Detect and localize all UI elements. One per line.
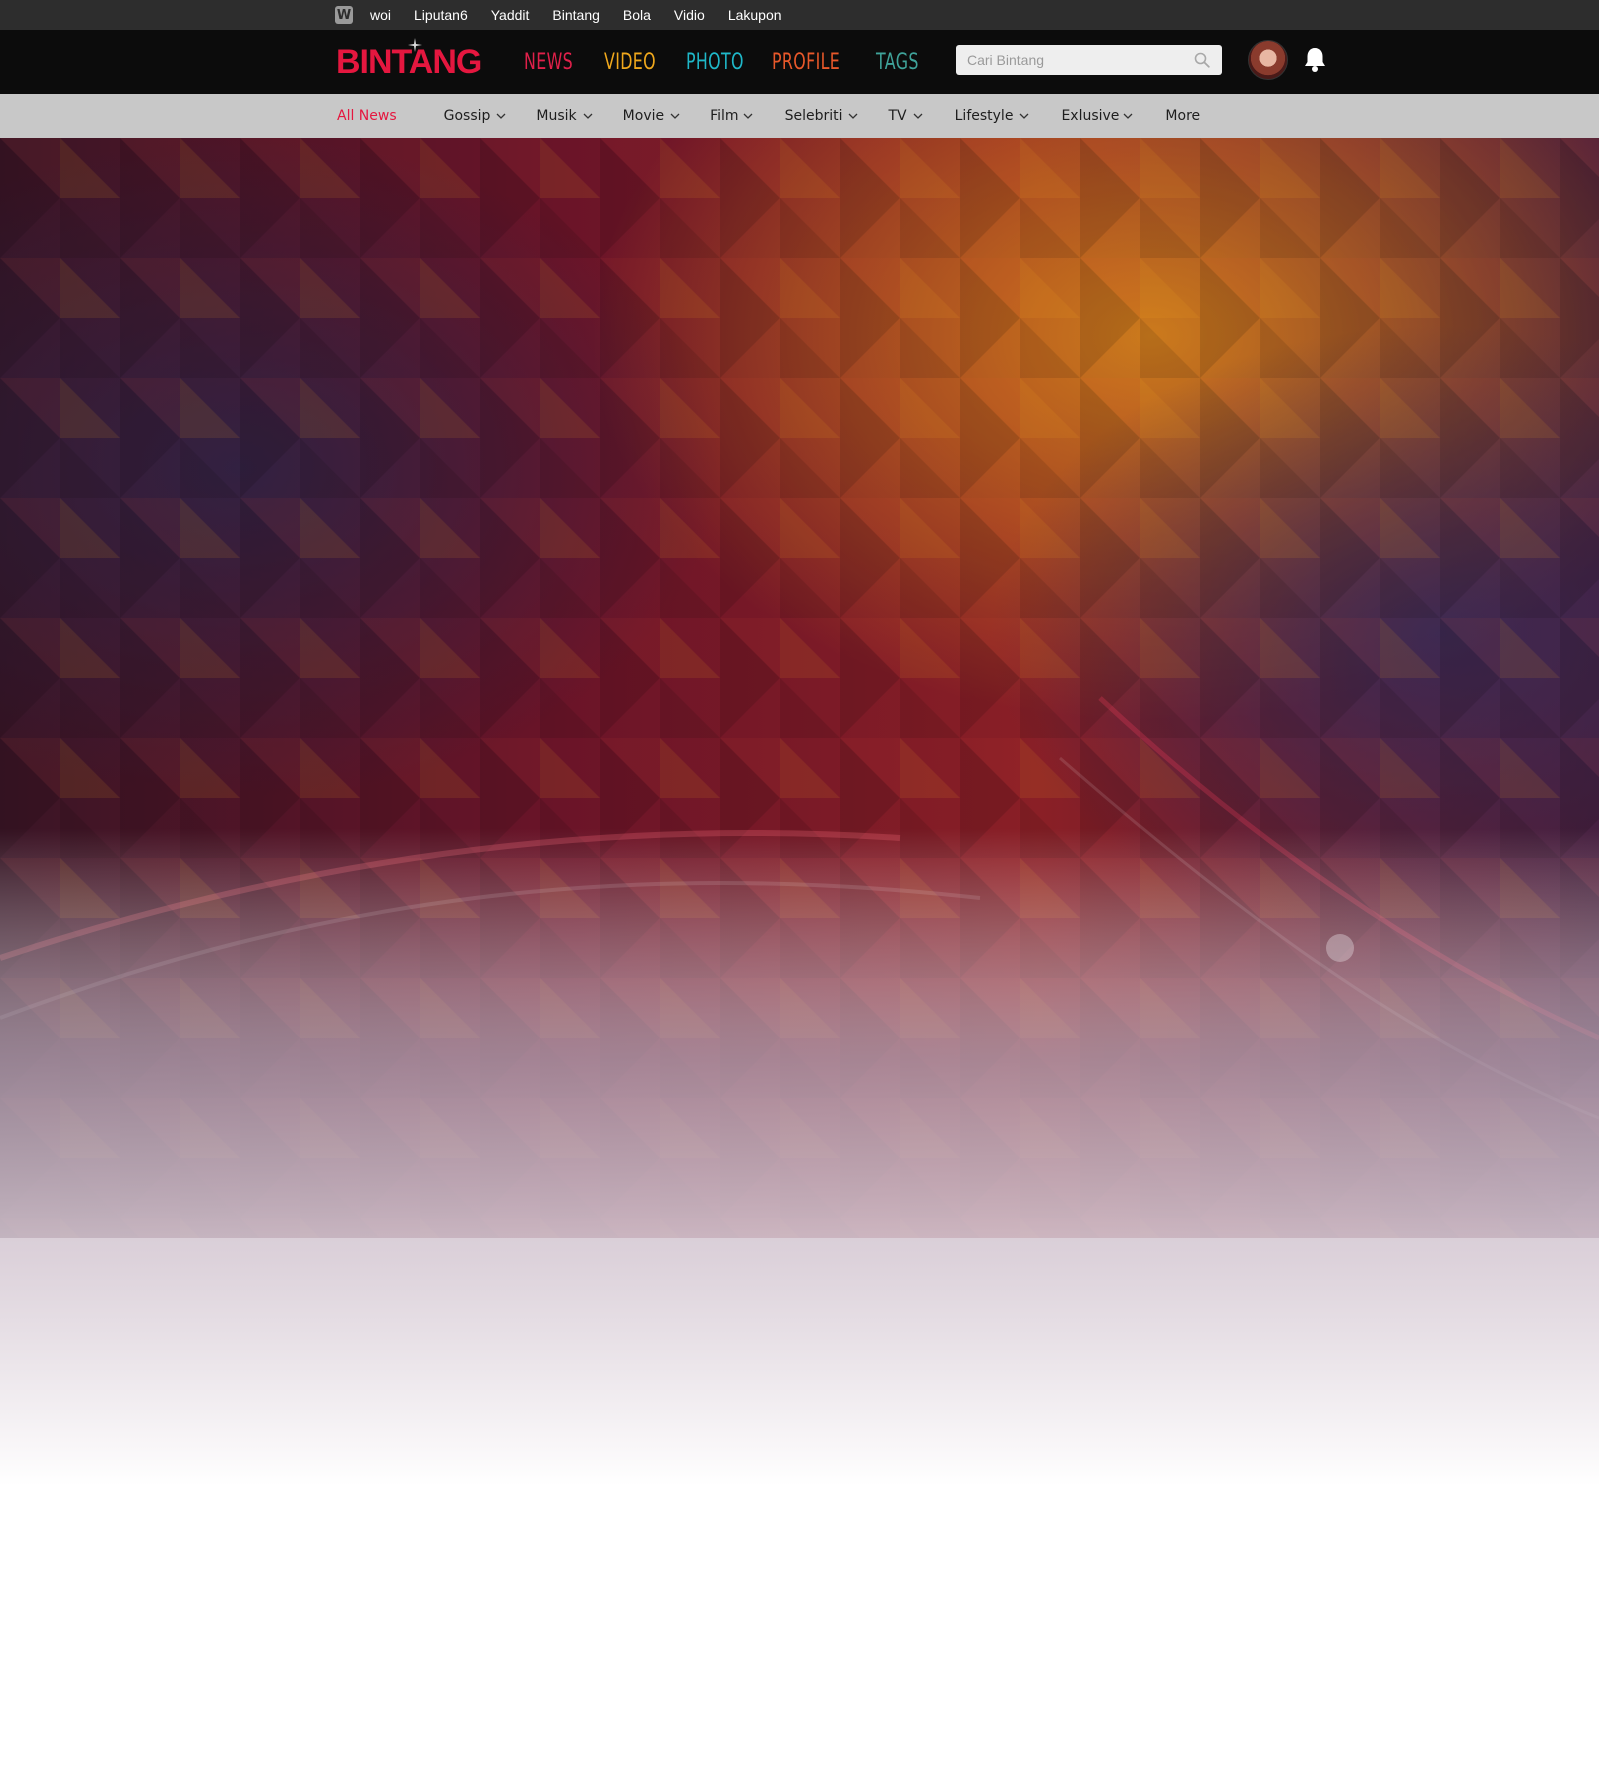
category-movie[interactable]: Movie <box>623 108 680 124</box>
category-label: Musik <box>536 108 577 124</box>
main-nav: NEWS VIDEO PHOTO PROFILE TAGS <box>524 30 926 94</box>
chevron-down-icon <box>1019 113 1029 119</box>
avatar[interactable] <box>1248 40 1288 80</box>
category-list: All News Gossip Musik Movie Film Selebri… <box>337 94 1200 138</box>
category-exlusive[interactable]: Exlusive <box>1061 108 1133 124</box>
network-link-lakupon[interactable]: Lakupon <box>728 7 782 23</box>
category-label: Film <box>710 108 739 124</box>
site-header: BINTANG NEWS VIDEO PHOTO PROFILE TAGS <box>0 30 1599 94</box>
network-link-liputan6[interactable]: Liputan6 <box>414 7 468 23</box>
network-link-bola[interactable]: Bola <box>623 7 651 23</box>
network-bar-links: W woi Liputan6 Yaddit Bintang Bola Vidio… <box>335 0 805 30</box>
chevron-down-icon <box>743 113 753 119</box>
category-label: Gossip <box>443 108 491 124</box>
category-label: All News <box>337 108 397 124</box>
category-label: Movie <box>622 108 665 124</box>
search-icon[interactable] <box>1194 52 1210 68</box>
chevron-down-icon <box>1123 113 1133 119</box>
chevron-down-icon <box>849 113 858 119</box>
network-logo-icon[interactable]: W <box>335 6 353 24</box>
category-gossip[interactable]: Gossip <box>444 108 507 124</box>
nav-tags[interactable]: TAGS <box>876 50 919 75</box>
search-input[interactable] <box>956 45 1186 75</box>
hero-background-image <box>0 138 1599 1782</box>
network-link-vidio[interactable]: Vidio <box>674 7 705 23</box>
category-label: Exlusive <box>1061 108 1120 124</box>
chevron-down-icon <box>670 113 680 119</box>
network-link-yaddit[interactable]: Yaddit <box>491 7 530 23</box>
category-label: Selebriti <box>784 108 843 124</box>
category-selebriti[interactable]: Selebriti <box>785 108 859 124</box>
nav-news[interactable]: NEWS <box>524 50 573 75</box>
search-box <box>956 45 1222 75</box>
nav-photo[interactable]: PHOTO <box>686 50 744 75</box>
category-all-news[interactable]: All News <box>337 108 397 124</box>
category-tv[interactable]: TV <box>888 108 923 124</box>
category-more[interactable]: More <box>1165 108 1200 124</box>
category-film[interactable]: Film <box>710 108 753 124</box>
category-musik[interactable]: Musik <box>536 108 593 124</box>
chevron-down-icon <box>583 113 593 119</box>
bell-icon[interactable] <box>1302 46 1328 74</box>
network-bar: W woi Liputan6 Yaddit Bintang Bola Vidio… <box>0 0 1599 30</box>
sparkle-icon <box>408 38 422 52</box>
nav-video[interactable]: VIDEO <box>604 50 656 75</box>
hero-background <box>0 138 1599 1782</box>
category-label: Lifestyle <box>954 108 1014 124</box>
nav-profile[interactable]: PROFILE <box>772 50 840 75</box>
category-lifestyle[interactable]: Lifestyle <box>955 108 1030 124</box>
network-link-woi[interactable]: woi <box>370 7 391 23</box>
category-label: More <box>1165 108 1201 124</box>
brand-logo[interactable]: BINTANG <box>336 38 482 80</box>
category-label: TV <box>888 108 907 124</box>
network-link-bintang[interactable]: Bintang <box>552 7 599 23</box>
chevron-down-icon <box>496 113 506 119</box>
chevron-down-icon <box>913 113 923 119</box>
category-bar: All News Gossip Musik Movie Film Selebri… <box>0 94 1599 138</box>
